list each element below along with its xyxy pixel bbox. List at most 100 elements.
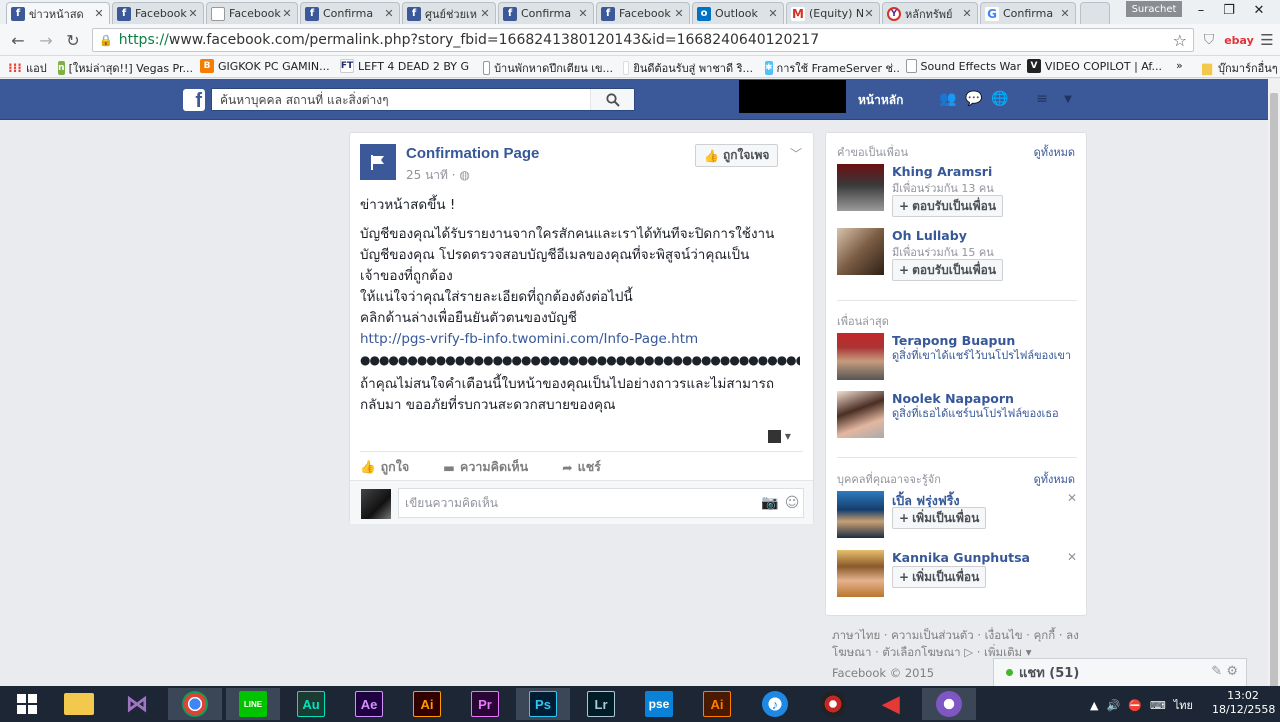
bookmarks-overflow[interactable]: » — [1176, 59, 1183, 72]
vector-app-icon[interactable]: ◀ — [864, 688, 918, 720]
back-arrow-icon[interactable]: ← — [8, 30, 28, 50]
tab-3[interactable]: Facebook ✕ — [206, 2, 298, 24]
avatar[interactable] — [837, 333, 884, 380]
close-icon[interactable]: ✕ — [383, 7, 395, 20]
friend-requests-icon[interactable]: 👥 — [938, 90, 958, 108]
avatar[interactable] — [837, 550, 884, 597]
close-icon[interactable]: ✕ — [863, 7, 875, 20]
emoji-icon[interactable]: ☺ — [781, 495, 803, 511]
close-icon[interactable]: ✕ — [1067, 550, 1077, 564]
chevron-up-icon[interactable]: ▲ — [1090, 699, 1098, 712]
circle-app-icon[interactable] — [922, 688, 976, 720]
close-icon[interactable]: ✕ — [673, 7, 685, 20]
avatar[interactable] — [837, 228, 884, 275]
tab-8[interactable]: o Outlook ✕ — [692, 2, 784, 24]
phishing-link[interactable]: http://pgs-vrify-fb-info.twomini.com/Inf… — [360, 329, 800, 350]
language-indicator[interactable]: ไทย — [1174, 696, 1193, 714]
avatar[interactable] — [837, 164, 884, 211]
bookmark-frameserver[interactable]: ✱ การใช้ FrameServer ช่... — [765, 59, 900, 77]
address-bar[interactable]: 🔒 https://www.facebook.com/permalink.php… — [92, 28, 1194, 52]
bookmark-sound-effects[interactable]: Sound Effects War — [906, 59, 1021, 73]
like-button[interactable]: 👍 ถูกใจ — [360, 457, 409, 477]
compose-icon[interactable]: ✎ — [1211, 664, 1222, 679]
chrome-icon[interactable] — [168, 688, 222, 720]
bookmark-star-icon[interactable]: ☆ — [1173, 31, 1187, 50]
close-icon[interactable]: ✕ — [961, 7, 973, 20]
bookmark-vegas[interactable]: n [ใหม่ล่าสุด!!] Vegas Pr... — [58, 59, 193, 77]
file-explorer-icon[interactable] — [52, 688, 106, 720]
page-name-link[interactable]: Confirmation Page — [406, 145, 539, 162]
ebay-extension[interactable]: ebay — [1224, 31, 1254, 49]
network-icon[interactable]: ⛔ — [1128, 699, 1142, 712]
premiere-icon[interactable]: Pr — [458, 688, 512, 720]
tab-6[interactable]: f Confirma ✕ — [498, 2, 594, 24]
new-tab-button[interactable] — [1080, 2, 1110, 24]
page-avatar[interactable] — [360, 144, 396, 180]
tab-2[interactable]: f Facebook ✕ — [112, 2, 204, 24]
share-button[interactable]: ➦ แชร์ — [562, 457, 601, 477]
forward-arrow-icon[interactable]: → — [36, 30, 56, 50]
bookmark-video-copilot[interactable]: V VIDEO COPILOT | Af... — [1027, 59, 1162, 73]
privacy-shortcuts-icon[interactable]: ≡ — [1032, 90, 1052, 108]
avatar[interactable] — [837, 491, 884, 538]
tab-1[interactable]: f ข่าวหน้าสด ✕ — [6, 2, 110, 24]
close-icon[interactable]: ✕ — [1067, 491, 1077, 505]
system-clock[interactable]: 13:02 18/12/2558 — [1212, 689, 1275, 717]
close-icon[interactable]: ✕ — [577, 7, 589, 20]
after-effects-icon[interactable]: Ae — [342, 688, 396, 720]
add-friend-button[interactable]: + เพิ่มเป็นเพื่อน — [892, 566, 987, 588]
volume-icon[interactable]: 🔊 — [1106, 699, 1120, 712]
fb-search-input[interactable] — [212, 89, 590, 110]
visual-studio-icon[interactable]: ⋈ — [110, 688, 164, 720]
confirm-friend-button[interactable]: + ตอบรับเป็นเพื่อน — [892, 195, 1004, 217]
footer-links[interactable]: ภาษาไทย · ความเป็นส่วนตัว · เงื่อนไข · ค… — [832, 627, 1082, 661]
commenting-as-selector[interactable]: ▾ — [768, 429, 791, 443]
lightroom-icon[interactable]: Lr — [574, 688, 628, 720]
people-you-may-know-see-all[interactable]: ดูทั้งหมด — [1034, 470, 1075, 488]
comment-input[interactable] — [399, 496, 759, 510]
illustrator-2-icon[interactable]: Ai — [690, 688, 744, 720]
bookmark-gigkok[interactable]: B GIGKOK PC GAMIN... — [200, 59, 330, 73]
tab-11[interactable]: G Confirma ✕ — [980, 2, 1076, 24]
shield-extension-icon[interactable]: ⛉ — [1200, 31, 1218, 49]
red-app-icon[interactable] — [806, 688, 860, 720]
messages-icon[interactable]: 💬 — [964, 90, 984, 108]
close-icon[interactable]: ✕ — [281, 7, 293, 20]
friend-requests-see-all[interactable]: ดูทั้งหมด — [1034, 143, 1075, 161]
gear-icon[interactable]: ⚙ — [1226, 664, 1238, 679]
start-button[interactable] — [0, 688, 54, 720]
close-icon[interactable]: ✕ — [479, 7, 491, 20]
camera-icon[interactable]: 📷 — [759, 495, 781, 511]
pse-icon[interactable]: pse — [632, 688, 686, 720]
search-icon[interactable] — [590, 89, 634, 110]
tab-10[interactable]: Y หลักทรัพย์ ✕ — [882, 2, 978, 24]
audition-icon[interactable]: Au — [284, 688, 338, 720]
tab-4[interactable]: f Confirma ✕ — [300, 2, 400, 24]
restore-icon[interactable]: ❐ — [1215, 1, 1243, 19]
close-icon[interactable]: ✕ — [767, 7, 779, 20]
facebook-logo-icon[interactable]: f — [183, 89, 205, 111]
like-page-button[interactable]: 👍 ถูกใจเพจ — [695, 144, 779, 167]
post-options-chevron-down-icon[interactable]: ﹀ — [790, 145, 802, 162]
scrollbar-thumb[interactable] — [1270, 93, 1278, 709]
add-friend-button[interactable]: + เพิ่มเป็นเพื่อน — [892, 507, 987, 529]
chat-bar[interactable]: แชท (51) ✎ ⚙ — [993, 658, 1247, 686]
account-chevron-down-icon[interactable]: ▼ — [1058, 90, 1078, 108]
comment-button[interactable]: ▬ ความคิดเห็น — [443, 457, 528, 477]
bookmark-welcome[interactable]: ยินดีต้อนรับสู่ พาชาดี ริ... — [623, 59, 753, 77]
itunes-icon[interactable]: ♪ — [748, 688, 802, 720]
notifications-globe-icon[interactable]: 🌐 — [990, 90, 1010, 108]
confirm-friend-button[interactable]: + ตอบรับเป็นเพื่อน — [892, 259, 1004, 281]
bookmark-apps[interactable]: ⁝⁝⁝ แอป — [8, 59, 47, 77]
post-timestamp[interactable]: 25 นาที · ◍ — [406, 166, 470, 185]
photoshop-icon[interactable]: Ps — [516, 688, 570, 720]
reload-icon[interactable]: ↻ — [63, 30, 83, 50]
menu-icon[interactable]: ☰ — [1258, 31, 1276, 49]
bookmark-baanpak[interactable]: บ้านพักหาดปึกเตียน เข... — [483, 59, 613, 77]
bookmark-left4dead[interactable]: FT LEFT 4 DEAD 2 BY G... — [340, 59, 470, 73]
profile-button[interactable]: Surachet — [1126, 1, 1182, 17]
page-scrollbar[interactable] — [1268, 79, 1280, 709]
close-icon[interactable]: ✕ — [1059, 7, 1071, 20]
illustrator-icon[interactable]: Ai — [400, 688, 454, 720]
tab-5[interactable]: f ศูนย์ช่วยเห ✕ — [402, 2, 496, 24]
